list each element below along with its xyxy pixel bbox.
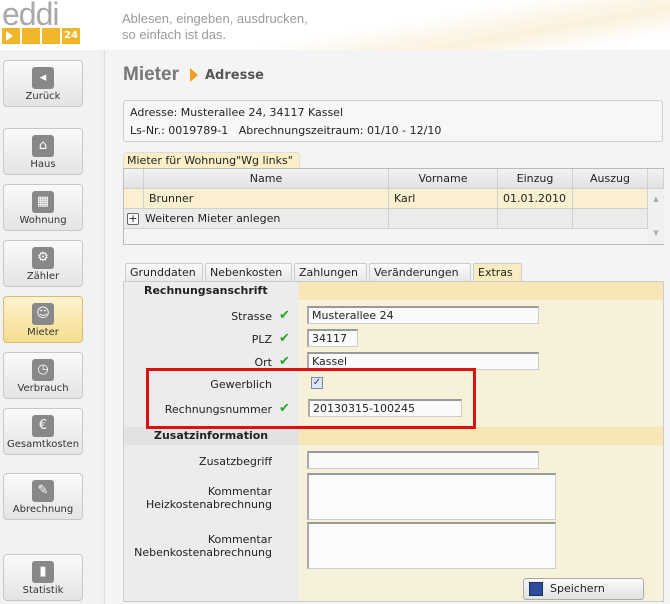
sidebar-item-label: Wohnung [19,215,67,226]
plz-label: PLZ [251,333,272,346]
tab-veraenderungen[interactable]: Veränderungen [369,263,471,281]
sidebar-item-label: Statistik [22,585,64,596]
sidebar-item-mieter[interactable]: ☺ Mieter [3,296,83,343]
logo-square [42,28,60,44]
kommentar-heiz-label: Kommentar Heizkostenabrechnung [145,485,272,511]
logo-square [2,28,20,44]
sidebar-item-wohnung[interactable]: ▦ Wohnung [3,184,83,231]
cell-auszug[interactable] [573,189,648,209]
consumption-icon: ◷ [32,359,54,381]
apartment-icon: ▦ [32,191,54,213]
save-icon [529,582,543,596]
column-header-name[interactable]: Name [144,169,389,189]
sidebar-item-label: Zurück [25,91,61,102]
cell-einzug[interactable]: 01.01.2010 [498,189,573,209]
sidebar-item-label: Abrechnung [12,504,74,515]
sidebar-item-label: Gesamtkosten [6,439,80,450]
kommentar-nebenkosten-textarea[interactable] [307,522,556,569]
billing-icon: ✎ [32,480,54,502]
zusatzbegriff-label: Zusatzbegriff [199,455,272,468]
section-zusatzinformation: Zusatzinformation [154,429,269,442]
sidebar-item-label: Mieter [27,327,59,338]
highlight-box [146,368,476,429]
kommentar-heizkosten-textarea[interactable] [307,473,556,520]
cell-name[interactable]: Brunner [144,189,389,209]
column-header-auszug[interactable]: Auszug [573,169,648,189]
add-tenant-label[interactable]: Weiteren Mieter anlegen [145,212,280,225]
column-header-vorname[interactable]: Vorname [389,169,498,189]
header: eddi 24 Ablesen, eingeben, ausdrucken, s… [0,0,670,50]
tab-grunddaten[interactable]: Grunddaten [125,263,203,281]
strasse-input[interactable]: Musterallee 24 [307,306,539,324]
check-icon: ✔ [279,308,290,323]
sidebar-item-haus[interactable]: ⌂ Haus [3,128,83,175]
save-button[interactable]: Speichern [523,578,644,600]
cell-vorname[interactable]: Karl [389,189,498,209]
sidebar-item-zaehler[interactable]: ⚙ Zähler [3,240,83,287]
euro-icon: € [32,415,54,437]
plz-input[interactable]: 34117 [307,329,358,347]
sidebar-item-abrechnung[interactable]: ✎ Abrechnung [3,473,83,520]
tagline: Ablesen, eingeben, ausdrucken, [122,11,308,26]
tenant-grid: Name Vorname Einzug Auszug Brunner Karl … [123,168,664,245]
breadcrumb-arrow-icon [190,68,198,82]
strasse-label: Strasse [231,310,272,323]
tab-nebenkosten[interactable]: Nebenkosten [205,263,292,281]
section-rechnungsanschrift: Rechnungsanschrift [144,284,268,297]
check-icon: ✔ [279,331,290,346]
tab-extras[interactable]: Extras [473,263,522,281]
sidebar-item-statistik[interactable]: ▮ Statistik [3,554,83,601]
grid-scrollbar[interactable]: ▲ ▼ [648,189,664,244]
tenant-grid-tab: Mieter für Wohnung"Wg links" [123,152,300,169]
back-icon: ◂ [32,67,54,89]
statistics-icon: ▮ [32,561,54,583]
house-icon: ⌂ [32,135,54,157]
column-header-einzug[interactable]: Einzug [498,169,573,189]
page-subtitle: Adresse [205,68,264,83]
info-box: Adresse: Musterallee 24, 34117 Kassel Ls… [123,100,663,142]
save-label: Speichern [550,582,605,595]
zusatzbegriff-input[interactable] [307,451,539,469]
sidebar-item-verbrauch[interactable]: ◷ Verbrauch [3,352,83,399]
tab-zahlungen[interactable]: Zahlungen [294,263,367,281]
plus-icon[interactable]: + [127,213,139,225]
kommentar-neben-label: Kommentar Nebenkostenabrechnung [134,533,272,559]
sidebar-item-zurueck[interactable]: ◂ Zurück [3,60,83,107]
sidebar-item-label: Haus [30,159,56,170]
check-icon: ✔ [279,354,290,369]
sidebar-item-label: Verbrauch [17,383,69,394]
sidebar-item-label: Zähler [26,271,60,282]
tagline: so einfach ist das. [122,27,227,42]
billing-period-text: Ls-Nr.: 0019789-1 Abrechnungszeitraum: 0… [130,124,442,137]
sidebar-item-gesamtkosten[interactable]: € Gesamtkosten [3,408,83,455]
address-text: Adresse: Musterallee 24, 34117 Kassel [130,106,344,119]
logo-square [22,28,40,44]
meter-icon: ⚙ [32,247,54,269]
logo-badge: 24 [62,28,80,44]
page-title: Mieter [123,64,179,85]
tenant-icon: ☺ [32,303,54,325]
